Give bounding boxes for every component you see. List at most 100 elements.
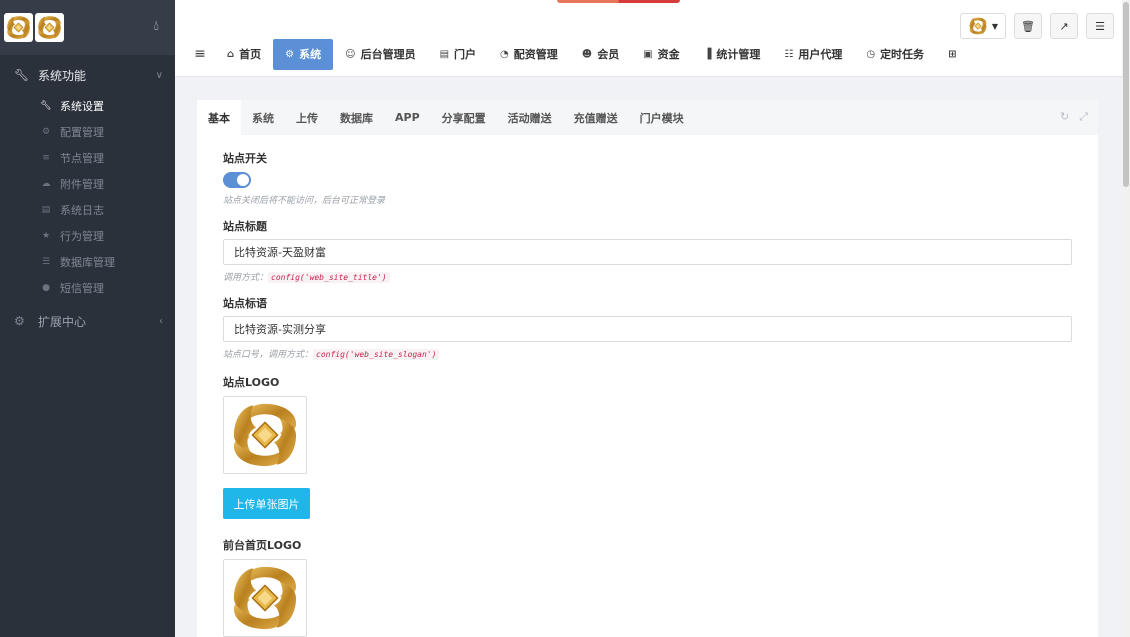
top-header: ▼ 🗑︎ ↗ ☰ ≡ ⌂ 首页 ⚙ 系统 ☺ 后台管理员 ▤ 门户 ◔ 配资管理…: [175, 0, 1130, 77]
sidebar-item-attachments[interactable]: ☁ 附件管理: [0, 171, 175, 197]
nav-item-label: 资金: [657, 48, 680, 61]
site-switch-toggle[interactable]: [223, 172, 251, 188]
sidebar-header: 💧︎: [0, 0, 175, 55]
nav-item-label: 定时任务: [880, 48, 925, 61]
settings-tabs: 基本 系统 上传 数据库 APP 分享配置 活动赠送 充值赠送 门户模块 ↻ ⤢: [197, 100, 1098, 135]
sidebar-item-label: 节点管理: [60, 152, 104, 165]
sidebar-item-nodes[interactable]: ≡ 节点管理: [0, 145, 175, 171]
caret-down-icon: ▼: [991, 21, 999, 31]
tab-recharge-gift[interactable]: 充值赠送: [563, 100, 629, 135]
clear-cache-button[interactable]: 🗑︎: [1014, 13, 1042, 39]
help-prefix: 站点口号，调用方式：: [223, 350, 314, 360]
sidebar-group-label: 扩展中心: [38, 314, 87, 329]
chevron-left-icon: ‹: [159, 315, 163, 327]
settings-form: 站点开关 站点关闭后将不能访问，后台可正常登录 站点标题 调用方式：config…: [197, 135, 1098, 637]
nav-item-funds[interactable]: ▣ 资金: [631, 39, 691, 70]
card-tools: ↻ ⤢: [1060, 110, 1088, 124]
site-title-help: 调用方式： config('web_site_title'): [223, 271, 1072, 285]
wrench-icon: 🔧︎: [40, 101, 52, 111]
open-site-button[interactable]: ↗: [1050, 13, 1078, 39]
site-slogan-label: 站点标语: [223, 297, 267, 310]
upload-single-image-button[interactable]: 上传单张图片: [223, 488, 310, 519]
sidebar-item-label: 配置管理: [60, 126, 104, 139]
brand-logo-secondary[interactable]: [35, 13, 64, 42]
tab-activity-gift[interactable]: 活动赠送: [497, 100, 563, 135]
sidebar-item-label: 系统日志: [60, 204, 104, 217]
nav-item-label: 首页: [239, 48, 262, 61]
sidebar-group-extensions[interactable]: ⚙ 扩展中心 ‹: [0, 303, 175, 339]
nav-item-label: 后台管理员: [360, 48, 416, 61]
site-slogan-input[interactable]: [223, 316, 1072, 342]
nav-item-label: 用户代理: [798, 48, 843, 61]
refresh-icon[interactable]: ↻: [1060, 110, 1069, 124]
nav-item-home[interactable]: ⌂ 首页: [215, 39, 273, 70]
sidebar-item-behavior[interactable]: ★ 行为管理: [0, 223, 175, 249]
clock-icon: ◷: [866, 48, 876, 60]
users-icon: ☻: [581, 48, 593, 60]
front-logo-preview[interactable]: [223, 559, 307, 637]
sidebar-item-logs[interactable]: ▤ 系统日志: [0, 197, 175, 223]
menu-toggle-icon[interactable]: ≡: [185, 46, 215, 62]
nav-item-label: 配资管理: [513, 48, 558, 61]
site-logo-preview[interactable]: [223, 396, 307, 474]
user-avatar-dropdown[interactable]: ▼: [960, 13, 1006, 39]
site-logo-label: 站点LOGO: [223, 376, 280, 389]
tab-upload[interactable]: 上传: [285, 100, 329, 135]
theme-drop-icon[interactable]: 💧︎: [153, 18, 159, 34]
site-slogan-code: config('web_site_slogan'): [313, 349, 440, 360]
tab-share[interactable]: 分享配置: [431, 100, 497, 135]
nav-item-system[interactable]: ⚙ 系统: [273, 38, 334, 70]
sidebar: 💧︎ 🔧︎ 系统功能 ∨ 🔧︎ 系统设置 ⚙ 配置管理 ≡ 节点管理 ☁ 附件管…: [0, 0, 175, 637]
tab-database[interactable]: 数据库: [329, 100, 384, 135]
sitemap-icon: ☷: [784, 48, 794, 60]
comment-icon: ●: [42, 283, 50, 293]
sliders-icon: ☰: [1095, 19, 1105, 33]
nav-item-members[interactable]: ☻ 会员: [570, 39, 631, 70]
help-prefix: 调用方式：: [223, 273, 269, 283]
sidebar-item-label: 附件管理: [60, 178, 104, 191]
nav-item-funding[interactable]: ◔ 配资管理: [488, 39, 570, 70]
site-switch-help: 站点关闭后将不能访问，后台可正常登录: [223, 196, 386, 206]
scrollbar-thumb[interactable]: [1123, 2, 1129, 187]
site-slogan-help: 站点口号，调用方式： config('web_site_slogan'): [223, 348, 1072, 362]
sidebar-item-label: 短信管理: [60, 282, 104, 295]
tab-app[interactable]: APP: [384, 100, 431, 135]
tab-portal-module[interactable]: 门户模块: [629, 100, 695, 135]
brand-logo[interactable]: [4, 13, 33, 42]
gear-icon: ⚙: [14, 314, 25, 328]
tab-system[interactable]: 系统: [241, 100, 285, 135]
user-icon: ☺: [345, 48, 356, 60]
nav-item-agents[interactable]: ☷ 用户代理: [772, 39, 854, 70]
trash-icon: 🗑︎: [1021, 19, 1035, 33]
fullscreen-icon[interactable]: ⤢: [1079, 110, 1088, 124]
nav-item-portal[interactable]: ▤ 门户: [428, 39, 488, 70]
nav-item-label: 门户: [454, 48, 477, 61]
nav-item-admins[interactable]: ☺ 后台管理员: [333, 39, 427, 70]
sidebar-item-label: 系统设置: [60, 100, 104, 113]
site-title-label: 站点标题: [223, 220, 267, 233]
nav-more-button[interactable]: ⊞: [936, 39, 973, 70]
sidebar-item-config[interactable]: ⚙ 配置管理: [0, 119, 175, 145]
site-logo-image: [228, 398, 302, 472]
front-logo-image: [228, 561, 302, 635]
sidebar-item-system-settings[interactable]: 🔧︎ 系统设置: [0, 93, 175, 119]
avatar: [968, 16, 988, 36]
nav-item-cron[interactable]: ◷ 定时任务: [854, 39, 936, 70]
cloud-upload-icon: ☁: [41, 179, 51, 189]
settings-panel-button[interactable]: ☰: [1086, 13, 1114, 39]
wrench-icon: 🔧︎: [14, 68, 30, 82]
sidebar-item-label: 数据库管理: [60, 256, 115, 269]
settings-card: 基本 系统 上传 数据库 APP 分享配置 活动赠送 充值赠送 门户模块 ↻ ⤢…: [197, 100, 1098, 637]
site-switch-label: 站点开关: [223, 152, 267, 165]
sidebar-item-database[interactable]: ☰ 数据库管理: [0, 249, 175, 275]
nav-item-label: 会员: [597, 48, 620, 61]
gears-icon: ⚙: [41, 127, 51, 137]
header-tools: ▼ 🗑︎ ↗ ☰: [960, 13, 1114, 39]
nav-item-statistics[interactable]: ▐ 统计管理: [692, 39, 773, 70]
sidebar-group-system[interactable]: 🔧︎ 系统功能 ∨: [0, 57, 175, 93]
site-title-input[interactable]: [223, 239, 1072, 265]
sidebar-item-sms[interactable]: ● 短信管理: [0, 275, 175, 301]
tab-basic[interactable]: 基本: [197, 100, 241, 135]
external-link-icon: ↗: [1059, 19, 1069, 33]
page-scrollbar[interactable]: [1122, 0, 1130, 637]
